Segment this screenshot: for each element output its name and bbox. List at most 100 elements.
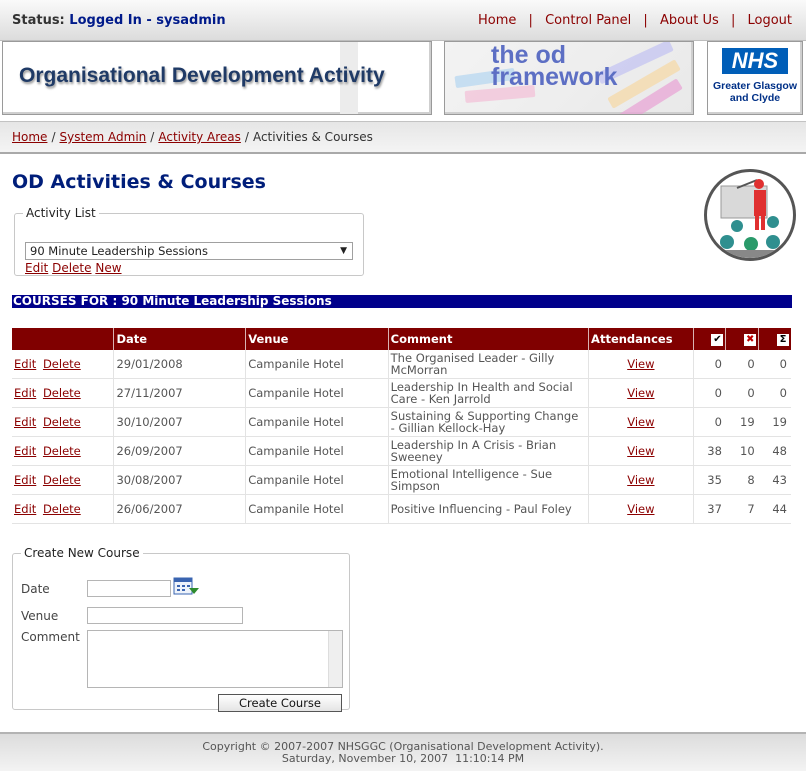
activity-list-legend: Activity List <box>26 206 96 220</box>
row-view-link[interactable]: View <box>627 386 654 400</box>
row-comment: The Organised Leader - Gilly McMorran <box>388 350 590 379</box>
activity-edit-link[interactable]: Edit <box>25 261 48 275</box>
row-venue: Campanile Hotel <box>245 378 389 408</box>
table-row: Edit Delete 26/09/2007 Campanile Hotel L… <box>12 436 791 466</box>
create-course-fieldset: Create New Course Date Venue Comment Cre… <box>12 546 350 712</box>
nav-separator: | <box>643 13 648 28</box>
row-attended: 0 <box>693 407 726 437</box>
row-view: View <box>588 436 694 466</box>
row-view: View <box>588 407 694 437</box>
row-view-link[interactable]: View <box>627 444 654 458</box>
cross-icon: ✖ <box>744 333 757 346</box>
footer-datetime: Saturday, November 10, 2007 11:10:14 PM <box>281 752 525 765</box>
activity-select[interactable]: 90 Minute Leadership Sessions ▼ <box>25 242 353 260</box>
status-label: Status: <box>12 13 65 28</box>
nhs-subtitle: Greater Glasgow and Clyde <box>708 80 802 104</box>
nav-logout-link[interactable]: Logout <box>747 13 792 28</box>
row-view-link[interactable]: View <box>627 357 654 371</box>
row-edit-link[interactable]: Edit <box>14 502 36 516</box>
row-edit-link[interactable]: Edit <box>14 357 36 371</box>
row-venue: Campanile Hotel <box>245 494 389 524</box>
banner: Organisational Development Activity the … <box>0 40 806 118</box>
row-absent: 8 <box>725 465 759 495</box>
row-absent: 19 <box>725 407 759 437</box>
table-row: Edit Delete 30/10/2007 Campanile Hotel S… <box>12 407 791 437</box>
row-delete-link[interactable]: Delete <box>43 357 81 371</box>
row-edit-link[interactable]: Edit <box>14 415 36 429</box>
row-actions: Edit Delete <box>12 407 115 437</box>
row-date: 30/08/2007 <box>113 465 247 495</box>
row-attended: 37 <box>693 494 726 524</box>
create-course-button[interactable]: Create Course <box>218 694 342 712</box>
row-date: 30/10/2007 <box>113 407 247 437</box>
nhs-logo: NHS <box>722 48 788 74</box>
row-attended: 38 <box>693 436 726 466</box>
breadcrumb: Home / System Admin / Activity Areas / Activit… <box>12 130 373 144</box>
row-total: 0 <box>758 350 791 379</box>
comment-textarea[interactable] <box>87 630 343 688</box>
activity-list-fieldset: Activity List 90 Minute Leadership Sessi… <box>14 206 364 276</box>
row-view: View <box>588 465 694 495</box>
header-attendances: Attendances <box>588 328 694 350</box>
site-title-panel: Organisational Development Activity <box>2 41 432 115</box>
row-actions: Edit Delete <box>12 465 115 495</box>
date-input[interactable] <box>87 580 171 597</box>
row-total: 43 <box>758 465 791 495</box>
row-view: View <box>588 350 694 379</box>
table-row: Edit Delete 29/01/2008 Campanile Hotel T… <box>12 350 791 379</box>
activity-delete-link[interactable]: Delete <box>52 261 91 275</box>
row-comment: Emotional Intelligence - Sue Simpson <box>388 465 590 495</box>
row-total: 44 <box>758 494 791 524</box>
login-status: Status: Logged In - sysadmin <box>12 13 226 28</box>
courses-header: COURSES FOR : 90 Minute Leadership Sessi… <box>12 295 792 308</box>
row-edit-link[interactable]: Edit <box>14 386 36 400</box>
breadcrumb-activity-areas[interactable]: Activity Areas <box>158 130 241 144</box>
row-date: 29/01/2008 <box>113 350 247 379</box>
row-edit-link[interactable]: Edit <box>14 444 36 458</box>
row-delete-link[interactable]: Delete <box>43 386 81 400</box>
header-venue: Venue <box>245 328 389 350</box>
od-framework-text: the od framework <box>491 41 618 91</box>
sigma-icon: Σ <box>777 333 789 346</box>
calendar-icon[interactable] <box>173 577 199 597</box>
table-row: Edit Delete 26/06/2007 Campanile Hotel P… <box>12 494 791 524</box>
row-comment: Leadership In A Crisis - Brian Sweeney <box>388 436 590 466</box>
header-comment: Comment <box>388 328 590 350</box>
row-view: View <box>588 494 694 524</box>
comment-scrollbar[interactable] <box>328 631 342 687</box>
row-attended: 0 <box>693 378 726 408</box>
venue-input[interactable] <box>87 607 243 624</box>
row-view-link[interactable]: View <box>627 502 654 516</box>
breadcrumb-home[interactable]: Home <box>12 130 47 144</box>
row-actions: Edit Delete <box>12 378 115 408</box>
comment-label: Comment <box>21 630 80 644</box>
row-delete-link[interactable]: Delete <box>43 415 81 429</box>
nav-separator: | <box>730 13 736 28</box>
breadcrumb-system-admin[interactable]: System Admin <box>59 130 146 144</box>
row-edit-link[interactable]: Edit <box>14 473 36 487</box>
activity-new-link[interactable]: New <box>95 261 121 275</box>
date-label: Date <box>21 582 50 596</box>
row-actions: Edit Delete <box>12 494 115 524</box>
row-delete-link[interactable]: Delete <box>43 444 81 458</box>
row-view-link[interactable]: View <box>627 473 654 487</box>
row-delete-link[interactable]: Delete <box>43 473 81 487</box>
chevron-down-icon[interactable]: ▼ <box>340 243 347 260</box>
row-comment: Positive Influencing - Paul Foley <box>388 494 590 524</box>
row-view-link[interactable]: View <box>627 415 654 429</box>
header-actions <box>12 328 115 350</box>
row-attended: 35 <box>693 465 726 495</box>
nhs-logo-panel: NHS Greater Glasgow and Clyde <box>707 41 803 115</box>
header-absent: ✖ <box>725 328 760 350</box>
row-delete-link[interactable]: Delete <box>43 502 81 516</box>
nhs-subtitle-line1: Greater Glasgow <box>712 80 798 92</box>
nav-control-panel-link[interactable]: Control Panel <box>545 13 631 28</box>
row-date: 26/09/2007 <box>113 436 247 466</box>
nav-about-link[interactable]: About Us <box>660 13 719 28</box>
courses-table: Date Venue Comment Attendances ✔ ✖ Σ Edi… <box>12 328 791 524</box>
row-venue: Campanile Hotel <box>245 436 389 466</box>
nhs-subtitle-line2: and Clyde <box>729 92 781 104</box>
nav-home-link[interactable]: Home <box>478 13 516 28</box>
row-absent: 0 <box>725 378 759 408</box>
table-row: Edit Delete 27/11/2007 Campanile Hotel L… <box>12 378 791 408</box>
